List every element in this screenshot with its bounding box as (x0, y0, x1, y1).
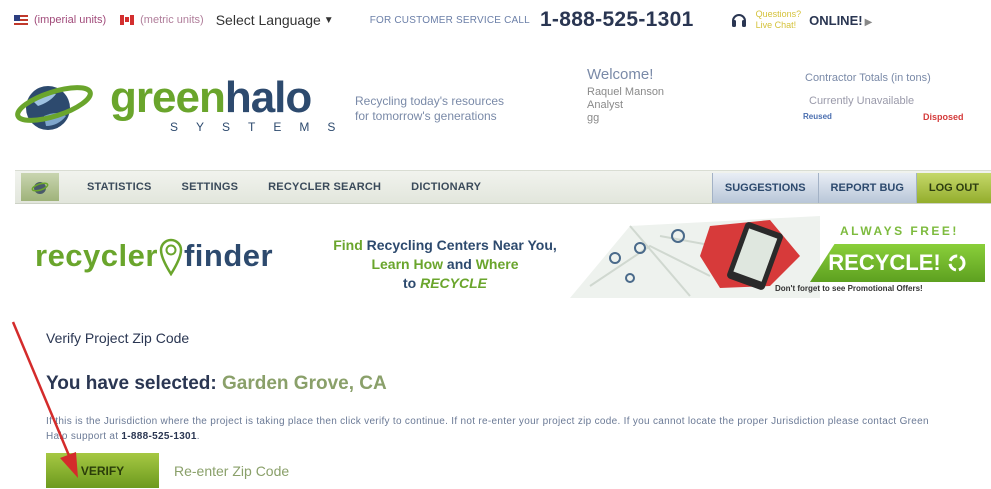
home-globe-icon (31, 182, 49, 194)
recycle-icon (948, 254, 966, 272)
home-button[interactable] (21, 173, 59, 201)
page-title: Verify Project Zip Code (46, 330, 190, 346)
greenhalo-brand[interactable]: greenhalo (110, 73, 312, 122)
instructions-text: If this is the Jurisdiction where the pr… (46, 414, 946, 444)
user-role: Analyst (587, 99, 624, 111)
selected-prefix: You have selected: (46, 373, 222, 394)
reenter-zip-link[interactable]: Re-enter Zip Code (174, 463, 289, 479)
imperial-units-link[interactable]: (imperial units) (14, 14, 106, 26)
suggestions-button[interactable]: SUGGESTIONS (711, 173, 818, 203)
selected-city: Garden Grove, CA (222, 373, 387, 394)
online-status[interactable]: ONLINE! ▶ (809, 13, 872, 28)
instructions-end: . (196, 431, 200, 442)
selected-jurisdiction: You have selected: Garden Grove, CA (46, 373, 387, 395)
tagline-line2: for tomorrow's generations (355, 109, 497, 123)
map-pin-recycle-icon (159, 238, 183, 276)
tagline-line1: Recycling today's resources (355, 94, 505, 108)
recycler-finder-banner[interactable]: recycler finder Find Recycling Centers N… (15, 216, 991, 298)
brand-tagline: Recycling today's resources for tomorrow… (355, 94, 504, 124)
brand-subtitle: SYSTEMS (170, 120, 354, 134)
play-arrow-icon: ▶ (864, 16, 873, 28)
promo-text: Don't forget to see Promotional Offers! (775, 284, 923, 293)
contractor-totals-value: Currently Unavailable (809, 95, 915, 107)
tag-find: Find (333, 237, 367, 253)
user-name: Raquel Manson (587, 86, 665, 98)
recycle-button[interactable]: RECYCLE! (810, 244, 985, 282)
online-label: ONLINE! (809, 12, 863, 28)
tag-learn: Learn How (371, 256, 444, 272)
chat-line2: Live Chat! (755, 20, 797, 30)
top-utility-bar: (imperial units) (metric units) Select L… (0, 0, 991, 40)
brand-green-text: green (110, 73, 226, 122)
reused-label: Reused (803, 112, 832, 121)
tag-to: to (402, 275, 421, 291)
disposed-label: Disposed (923, 112, 964, 122)
us-flag-icon (14, 15, 28, 25)
metric-units-label: (metric units) (140, 14, 204, 26)
report-bug-button[interactable]: REPORT BUG (817, 173, 916, 203)
chat-line1: Questions? (755, 9, 802, 19)
nav-dictionary[interactable]: DICTIONARY (411, 181, 481, 193)
rf-logo-part1: recycler (35, 238, 158, 273)
nav-recycler-search[interactable]: RECYCLER SEARCH (268, 181, 381, 193)
user-info: Raquel Manson Analyst gg (587, 86, 664, 125)
nav-right-buttons: SUGGESTIONS REPORT BUG LOG OUT (711, 173, 991, 203)
caret-down-icon: ▼ (323, 14, 334, 26)
live-chat-link[interactable]: Questions? Live Chat! (756, 9, 802, 31)
metric-units-link[interactable]: (metric units) (120, 14, 204, 26)
customer-service-phone[interactable]: 1-888-525-1301 (540, 8, 694, 32)
tag-where: Where (475, 256, 519, 272)
welcome-heading: Welcome! (587, 66, 654, 83)
tag-and: and (443, 256, 476, 272)
contractor-totals-label: Contractor Totals (in tons) (805, 72, 931, 84)
customer-service-label: FOR CUSTOMER SERVICE CALL (369, 14, 530, 26)
logout-button[interactable]: LOG OUT (915, 173, 991, 203)
verify-button[interactable]: VERIFY (46, 453, 159, 488)
brand-dark-text: halo (224, 73, 312, 122)
support-phone: 1-888-525-1301 (121, 431, 197, 442)
nav-settings[interactable]: SETTINGS (182, 181, 239, 193)
imperial-units-label: (imperial units) (34, 14, 107, 26)
main-nav: STATISTICS SETTINGS RECYCLER SEARCH DICT… (15, 170, 991, 204)
language-select[interactable]: Select Language ▼ (216, 12, 334, 28)
rf-logo-part2: finder (183, 238, 274, 273)
contractor-totals-values: Currently Unavailable Reused Disposed (803, 95, 975, 125)
canada-flag-icon (120, 15, 135, 25)
nav-statistics[interactable]: STATISTICS (87, 181, 152, 193)
greenhalo-globe-logo-icon[interactable] (14, 76, 96, 136)
recycle-button-label: RECYCLE! (828, 250, 941, 275)
headset-icon[interactable] (730, 11, 748, 29)
banner-tagline: Find Recycling Centers Near You, Learn H… (315, 236, 575, 293)
always-free-label: ALWAYS FREE! (840, 224, 959, 238)
language-label: Select Language (215, 12, 321, 28)
tag-recycle: RECYCLE (420, 275, 487, 291)
tag-centers: Recycling Centers Near You, (366, 237, 557, 253)
user-code: gg (587, 112, 600, 124)
recycler-finder-logo: recycler finder (35, 238, 273, 276)
